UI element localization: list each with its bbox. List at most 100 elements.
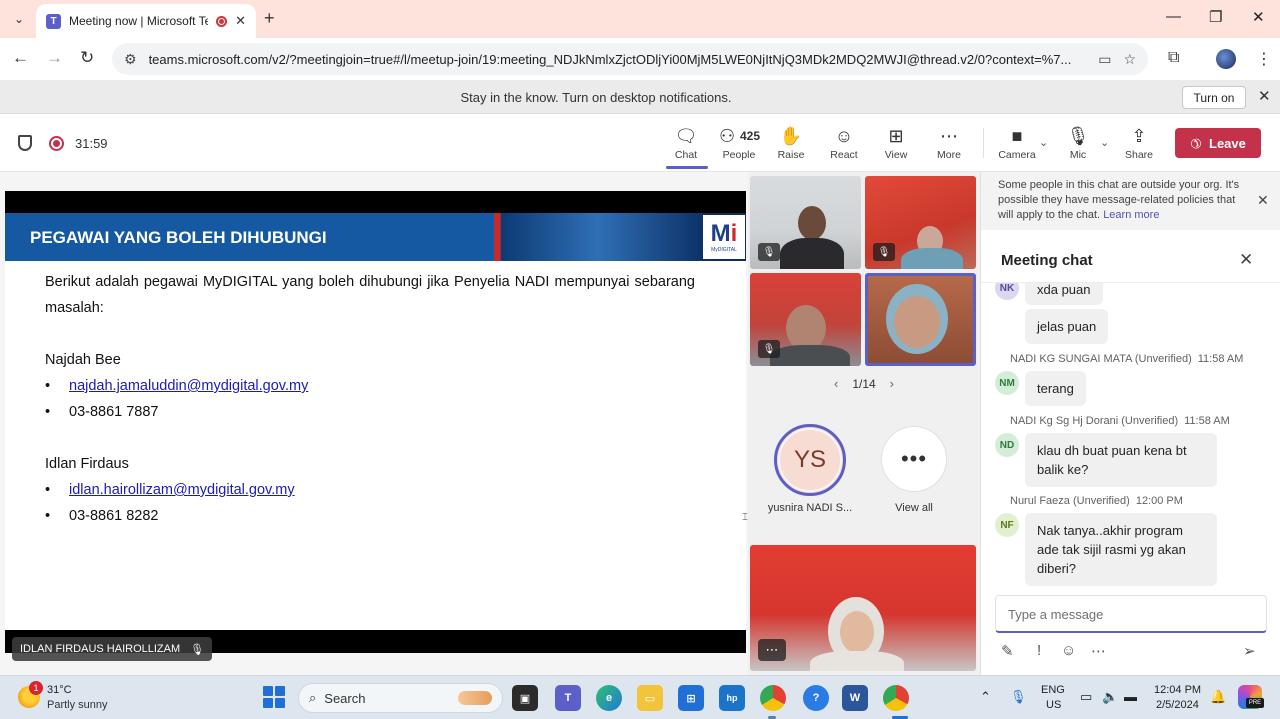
extensions-icon[interactable]: ⧉: [1168, 49, 1179, 67]
contact-email-link[interactable]: najdah.jamaluddin@mydigital.gov.my: [69, 378, 308, 394]
restore-icon[interactable]: ❐: [1209, 8, 1222, 26]
sender-avatar: NK: [995, 283, 1019, 300]
app-icon[interactable]: ?: [803, 685, 829, 711]
windows-start-icon[interactable]: [263, 686, 285, 708]
url-text: teams.microsoft.com/v2/?meetingjoin=true…: [148, 51, 1072, 67]
sender-avatar: ND: [995, 433, 1019, 457]
address-bar[interactable]: ⚙ teams.microsoft.com/v2/?meetingjoin=tr…: [112, 43, 1148, 75]
camera-options-chevron-icon[interactable]: ⌄: [1039, 136, 1048, 149]
format-icon[interactable]: ✎: [1001, 642, 1014, 660]
learn-more-link[interactable]: Learn more: [1103, 209, 1159, 221]
word-icon[interactable]: W: [842, 685, 868, 711]
shield-icon[interactable]: [18, 135, 32, 151]
chat-active-indicator: [666, 166, 708, 169]
chat-message-list[interactable]: NK xda puan jelas puan NADI KG SUNGAI MA…: [981, 283, 1280, 595]
weather-temperature[interactable]: 31°C: [47, 684, 72, 696]
battery-icon[interactable]: ▬: [1124, 689, 1137, 704]
language-indicator[interactable]: ENG: [1041, 684, 1065, 696]
raise-hand-button[interactable]: ✋ Raise: [766, 125, 816, 161]
view-button[interactable]: ⊞ View: [871, 125, 921, 161]
send-icon[interactable]: ➢: [1243, 642, 1256, 660]
camera-label: Camera: [998, 149, 1036, 161]
myhp-icon[interactable]: hp: [719, 685, 745, 711]
network-icon[interactable]: ▭: [1080, 689, 1092, 705]
chrome-icon[interactable]: [760, 685, 786, 711]
show-hidden-icons-chevron-icon[interactable]: ⌃: [980, 689, 991, 705]
presenter-name: IDLAN FIRDAUS HAIROLLIZAM: [20, 643, 181, 655]
profile-avatar[interactable]: [1216, 49, 1236, 69]
self-view-video-tile[interactable]: ⋯: [750, 545, 976, 671]
chrome-active-icon[interactable]: [883, 685, 909, 711]
microphone-icon[interactable]: 🎙: [1010, 689, 1027, 705]
camera-in-use-icon[interactable]: ▭: [1098, 51, 1111, 68]
participant-video-tile[interactable]: 🎙: [865, 176, 976, 269]
turn-on-button[interactable]: Turn on: [1182, 86, 1246, 109]
notification-bell-icon[interactable]: 🔔: [1210, 689, 1226, 705]
browser-tab[interactable]: T Meeting now | Microsoft Teams ✕: [36, 4, 256, 38]
forward-icon[interactable]: →: [46, 48, 63, 68]
participant-avatar[interactable]: YS: [774, 424, 846, 496]
participant-video-tile[interactable]: 🎙: [750, 273, 861, 366]
keyboard-layout[interactable]: US: [1046, 699, 1061, 711]
browser-toolbar: ← → ↻ ⚙ teams.microsoft.com/v2/?meetingj…: [0, 38, 1280, 80]
chat-close-icon[interactable]: ✕: [1239, 250, 1253, 270]
teams-app-icon[interactable]: T: [555, 685, 581, 711]
task-view-icon[interactable]: ▣: [512, 685, 538, 711]
more-button[interactable]: ⋯ More: [924, 125, 974, 161]
emoji-icon[interactable]: ☺: [1061, 642, 1076, 659]
clock-time[interactable]: 12:04 PM: [1154, 684, 1201, 696]
shared-screen-stage: PEGAWAI YANG BOLEH DIHUBUNGI Mi MyDIGITA…: [0, 172, 748, 675]
presentation-slide: PEGAWAI YANG BOLEH DIHUBUNGI Mi MyDIGITA…: [5, 191, 746, 653]
volume-icon[interactable]: 🔈: [1102, 689, 1118, 705]
share-button[interactable]: ⇪ Share: [1114, 125, 1164, 161]
mic-button[interactable]: 🎙 Mic: [1053, 125, 1103, 161]
mic-options-chevron-icon[interactable]: ⌄: [1100, 136, 1109, 149]
chat-title: Meeting chat: [1001, 252, 1093, 269]
message-meta: NADI Kg Sg Hj Dorani (Unverified) 11:58 A…: [1010, 415, 1275, 427]
minimize-icon[interactable]: —: [1166, 8, 1181, 25]
reload-icon[interactable]: ↻: [80, 48, 94, 68]
site-info-icon[interactable]: ⚙: [124, 51, 137, 68]
camera-button[interactable]: ■ Camera: [992, 125, 1042, 161]
chat-message: Nurul Faeza (Unverified) 12:00 PM NF Nak …: [995, 495, 1275, 586]
notice-close-icon[interactable]: ✕: [1257, 192, 1269, 209]
message-compose-box[interactable]: Type a message: [995, 595, 1267, 633]
leave-button[interactable]: ✆ Leave: [1175, 128, 1261, 158]
preview-badge: PRE: [1246, 698, 1264, 708]
priority-icon[interactable]: !: [1037, 642, 1041, 659]
tile-more-options-icon[interactable]: ⋯: [758, 639, 786, 661]
react-button[interactable]: ☺ React: [819, 125, 869, 161]
back-icon[interactable]: ←: [12, 48, 29, 68]
hand-icon: ✋: [779, 126, 803, 146]
mic-off-icon: 🎙: [1066, 126, 1090, 146]
recording-icon: [216, 15, 228, 27]
hang-up-icon: ✆: [1186, 134, 1206, 153]
contact-email-link[interactable]: idlan.hairollizam@mydigital.gov.my: [69, 482, 295, 498]
window-close-icon[interactable]: ✕: [1252, 8, 1265, 26]
toolbar-divider: [983, 128, 984, 158]
mic-muted-icon: 🎙: [758, 243, 780, 261]
taskbar-search[interactable]: ⌕ Search: [298, 683, 503, 713]
view-all-button[interactable]: •••: [881, 426, 947, 492]
chat-button[interactable]: 🗨 Chat: [661, 125, 711, 161]
file-explorer-icon[interactable]: ▭: [637, 685, 663, 711]
store-icon[interactable]: ⊞: [678, 685, 704, 711]
bookmark-star-icon[interactable]: ☆: [1123, 51, 1136, 68]
tab-close-icon[interactable]: ✕: [235, 13, 246, 29]
new-tab-icon[interactable]: +: [264, 8, 275, 29]
recording-indicator-icon: [49, 136, 64, 151]
clock-date[interactable]: 2/5/2024: [1156, 699, 1199, 711]
participant-video-tile[interactable]: 🎙: [750, 176, 861, 269]
previous-page-icon[interactable]: ‹: [834, 376, 838, 391]
next-page-icon[interactable]: ›: [890, 376, 894, 391]
notification-close-icon[interactable]: ✕: [1258, 87, 1271, 105]
more-options-icon[interactable]: ⋯: [1091, 642, 1106, 660]
browser-menu-icon[interactable]: ⋮: [1256, 49, 1272, 69]
tab-search-icon[interactable]: ⌄: [8, 8, 30, 30]
avatar-initials: YS: [793, 446, 826, 473]
weather-description[interactable]: Partly sunny: [47, 699, 108, 711]
mic-label: Mic: [1069, 149, 1087, 161]
notification-text: Stay in the know. Turn on desktop notifi…: [460, 90, 732, 105]
participant-video-tile-speaking[interactable]: [865, 273, 976, 366]
edge-icon[interactable]: e: [596, 685, 622, 711]
